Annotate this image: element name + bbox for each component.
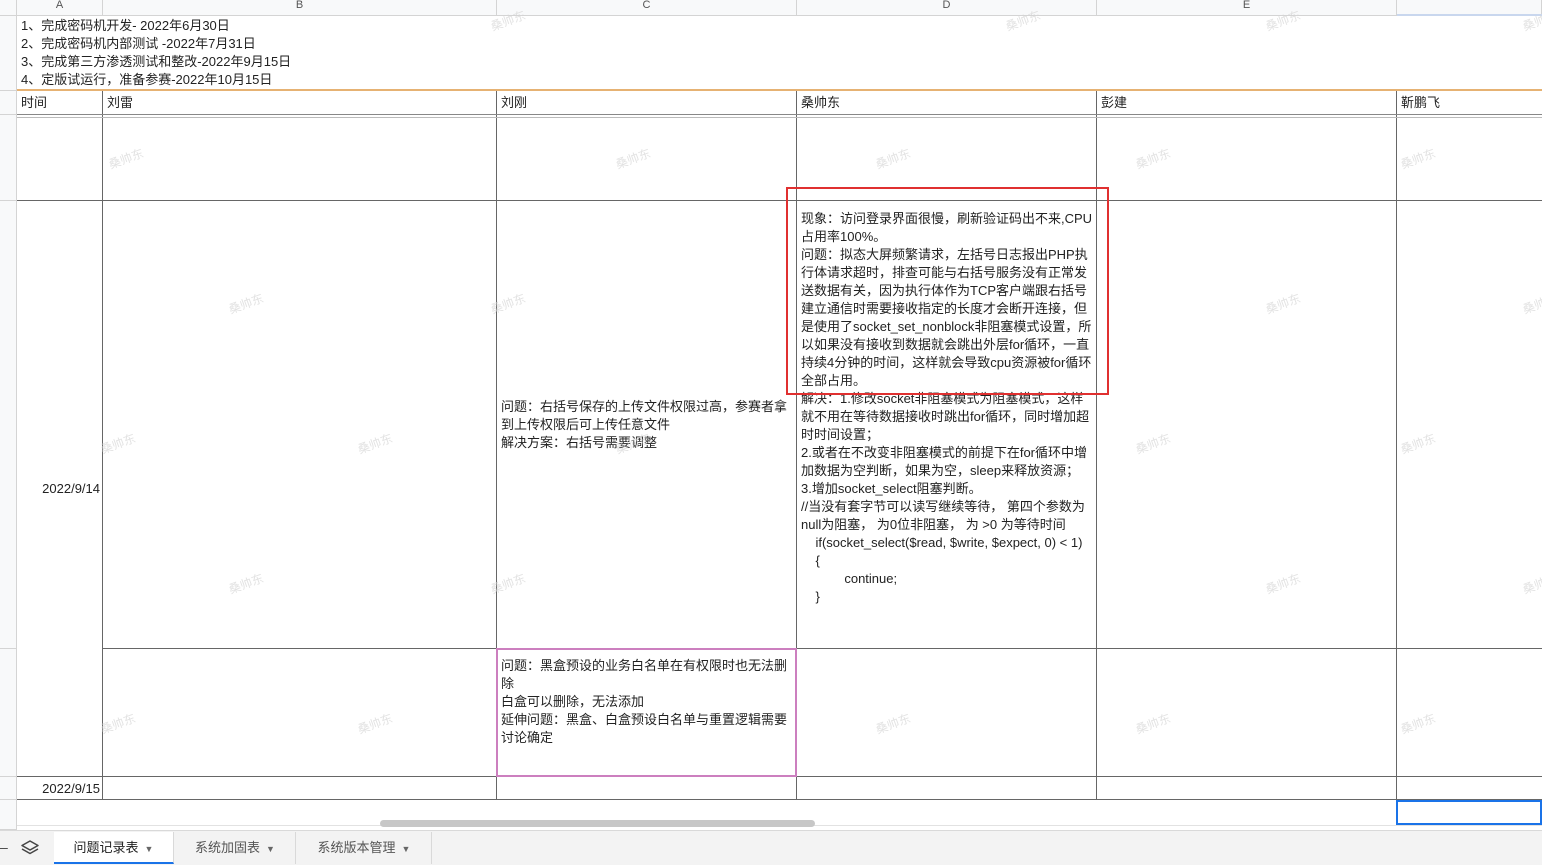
layers-icon[interactable] xyxy=(20,838,42,860)
watermark: 桑帅东 xyxy=(1133,431,1173,457)
watermark: 桑帅东 xyxy=(98,711,138,737)
header-time[interactable]: 时间 xyxy=(17,93,102,113)
row-header-7[interactable] xyxy=(0,800,17,830)
column-header-c[interactable]: C xyxy=(497,0,797,16)
milestone-1: 1、完成密码机开发- 2022年6月30日 xyxy=(21,18,230,33)
date-cell[interactable]: 2022/9/15 xyxy=(17,780,100,798)
sheet-tab-label: 系统加固表 xyxy=(195,840,261,855)
watermark: 桑帅东 xyxy=(873,146,913,172)
sheet-tab-label: 系统版本管理 xyxy=(317,840,396,855)
chevron-down-icon[interactable]: ▼ xyxy=(266,844,275,854)
watermark: 桑帅东 xyxy=(488,571,528,597)
selected-cell[interactable] xyxy=(1396,800,1542,825)
header-sang-shuaidong[interactable]: 桑帅东 xyxy=(797,93,1096,113)
row-header-5[interactable] xyxy=(0,649,17,777)
horizontal-scrollbar[interactable] xyxy=(380,820,815,827)
watermark: 桑帅东 xyxy=(98,431,138,457)
watermark: 桑帅东 xyxy=(1133,146,1173,172)
row-header-6[interactable] xyxy=(0,777,17,800)
milestone-notes[interactable]: 1、完成密码机开发- 2022年6月30日 2、完成密码机内部测试 -2022年… xyxy=(21,17,291,89)
collapse-icon[interactable]: – xyxy=(0,836,10,858)
grid-line xyxy=(102,648,1542,649)
header-jin-pengfei[interactable]: 靳鹏飞 xyxy=(1397,93,1542,113)
column-header-a[interactable]: A xyxy=(17,0,103,16)
column-header-d[interactable]: D xyxy=(797,0,1097,16)
watermark: 桑帅东 xyxy=(1263,291,1303,317)
watermark: 桑帅东 xyxy=(613,146,653,172)
watermark: 桑帅东 xyxy=(226,571,266,597)
highlight-box-pink xyxy=(496,648,797,777)
grid-line xyxy=(17,114,1542,115)
watermark: 桑帅东 xyxy=(1520,291,1542,317)
highlight-box-red xyxy=(786,187,1109,395)
watermark: 桑帅东 xyxy=(1520,571,1542,597)
watermark: 桑帅东 xyxy=(226,291,266,317)
column-header-b[interactable]: B xyxy=(103,0,497,16)
header-liu-lei[interactable]: 刘雷 xyxy=(103,93,496,113)
watermark: 桑帅东 xyxy=(1133,711,1173,737)
grid-line xyxy=(17,799,1542,800)
chevron-down-icon[interactable]: ▼ xyxy=(402,844,411,854)
sheet-tab-label: 问题记录表 xyxy=(73,840,139,855)
header-liu-gang[interactable]: 刘刚 xyxy=(497,93,796,113)
watermark: 桑帅东 xyxy=(1398,146,1438,172)
grid-line xyxy=(1396,91,1397,800)
milestone-2: 2、完成密码机内部测试 -2022年7月31日 xyxy=(21,36,256,51)
watermark: 桑帅东 xyxy=(488,291,528,317)
corner-cell[interactable] xyxy=(0,0,17,16)
watermark: 桑帅东 xyxy=(106,146,146,172)
watermark: 桑帅东 xyxy=(1263,571,1303,597)
column-header-f-accent xyxy=(1397,14,1542,16)
sheet-tab-hardening[interactable]: 系统加固表 ▼ xyxy=(175,832,296,864)
header-peng-jian[interactable]: 彭建 xyxy=(1097,93,1396,113)
watermark: 桑帅东 xyxy=(1398,431,1438,457)
watermark: 桑帅东 xyxy=(355,431,395,457)
column-header-e[interactable]: E xyxy=(1097,0,1397,16)
notes-divider xyxy=(17,89,1542,91)
watermark: 桑帅东 xyxy=(873,711,913,737)
row-header-3[interactable] xyxy=(0,115,17,201)
watermark: 桑帅东 xyxy=(355,711,395,737)
grid-line xyxy=(17,117,1542,118)
sheet-tab-version[interactable]: 系统版本管理 ▼ xyxy=(297,832,432,864)
grid-line xyxy=(17,200,1542,201)
row-header-1[interactable] xyxy=(0,16,17,91)
chevron-down-icon[interactable]: ▼ xyxy=(145,844,154,854)
watermark: 桑帅东 xyxy=(1398,711,1438,737)
milestone-4: 4、定版试运行，准备参赛-2022年10月15日 xyxy=(21,72,273,87)
row-header-4[interactable] xyxy=(0,201,17,649)
sheet-tab-issues[interactable]: 问题记录表 ▼ xyxy=(54,832,174,864)
date-cell[interactable]: 2022/9/14 xyxy=(17,480,100,498)
milestone-3: 3、完成第三方渗透测试和整改-2022年9月15日 xyxy=(21,54,292,69)
row-header-2[interactable] xyxy=(0,91,17,115)
